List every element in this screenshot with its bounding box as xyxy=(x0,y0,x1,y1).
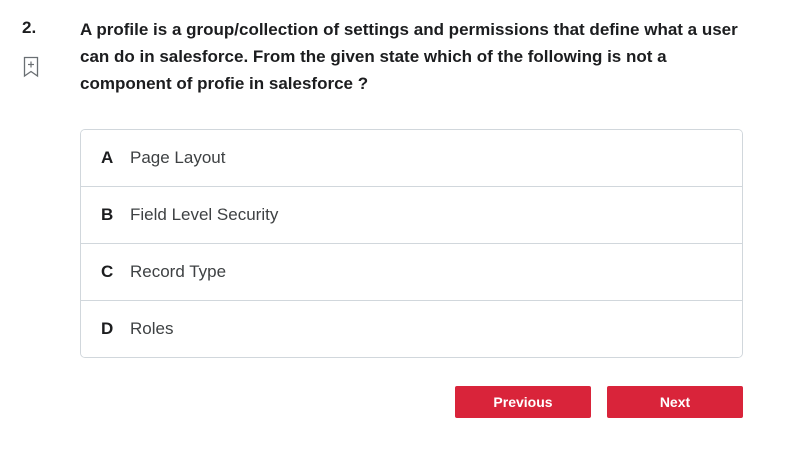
option-a[interactable]: A Page Layout xyxy=(81,130,742,187)
option-b[interactable]: B Field Level Security xyxy=(81,187,742,244)
option-label: Record Type xyxy=(130,262,227,281)
question-number: 2. xyxy=(22,18,37,37)
bookmark-icon[interactable] xyxy=(23,56,39,78)
option-letter: A xyxy=(101,148,114,167)
option-label: Field Level Security xyxy=(130,205,279,224)
previous-button[interactable]: Previous xyxy=(455,386,591,418)
question-text: A profile is a group/collection of setti… xyxy=(80,20,738,93)
option-d[interactable]: D Roles xyxy=(81,301,742,357)
option-letter: D xyxy=(101,319,114,338)
option-label: Roles xyxy=(130,319,174,338)
answer-options: A Page Layout B Field Level Security C R… xyxy=(80,129,743,358)
option-letter: C xyxy=(101,262,114,281)
option-label: Page Layout xyxy=(130,148,226,167)
option-c[interactable]: C Record Type xyxy=(81,244,742,301)
option-letter: B xyxy=(101,205,114,224)
next-button[interactable]: Next xyxy=(607,386,743,418)
